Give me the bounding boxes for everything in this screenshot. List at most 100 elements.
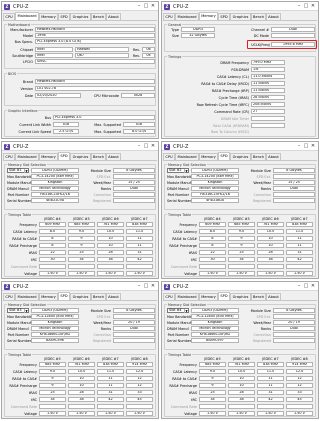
timing-cell: 11	[126, 236, 153, 241]
slot-select[interactable]: Slot #3 ▼	[7, 308, 29, 313]
close-icon[interactable]: ✕	[310, 283, 316, 289]
close-icon[interactable]: ✕	[310, 143, 316, 149]
tab-mainboard[interactable]: Mainboard	[175, 13, 199, 20]
timing-cell: 685 MHz	[68, 222, 95, 227]
close-icon[interactable]: ✕	[150, 143, 156, 149]
tab-mainboard[interactable]: Mainboard	[15, 12, 39, 20]
chevron-down-icon[interactable]: ▼	[24, 169, 28, 173]
tab-spd[interactable]: SPD	[218, 292, 230, 300]
tab-about[interactable]: About	[266, 153, 281, 160]
timing-row-label: Command Rate	[10, 265, 37, 269]
maximize-icon[interactable]: □	[303, 3, 309, 9]
tab-spd[interactable]: SPD	[218, 13, 230, 20]
slot-select[interactable]: Slot #2 ▼	[167, 168, 189, 173]
timing-cell	[126, 264, 153, 269]
timing-cell: 30	[199, 257, 226, 262]
minimize-icon[interactable]: –	[136, 3, 142, 9]
tab-about[interactable]: About	[106, 153, 121, 160]
registered-label: Registered	[92, 199, 111, 203]
tab-graphics[interactable]: Graphics	[230, 13, 251, 20]
title-bar[interactable]: Z CPU-Z – □ ✕	[2, 142, 158, 151]
tab-spd[interactable]: SPD	[58, 152, 70, 160]
week-year-label: Week/Year	[253, 181, 271, 185]
tab-bench[interactable]: Bench	[251, 13, 266, 20]
timing-row-label: RAS# Precharge	[9, 244, 37, 248]
minimize-icon[interactable]: –	[296, 283, 302, 289]
close-icon[interactable]: ✕	[150, 3, 156, 9]
tab-memory[interactable]: Memory	[39, 293, 58, 300]
timing-value: 2T	[251, 109, 285, 114]
minimize-icon[interactable]: –	[136, 283, 142, 289]
lpcio-label: LPCIO	[23, 60, 33, 64]
timing-row-label: RAS# Precharge	[9, 384, 37, 388]
tab-memory[interactable]: Memory	[39, 13, 58, 20]
timing-cell: 30	[39, 257, 66, 262]
chevron-down-icon[interactable]: ▼	[24, 309, 28, 313]
tab-mainboard[interactable]: Mainboard	[175, 293, 199, 300]
tab-graphics[interactable]: Graphics	[230, 153, 251, 160]
maximize-icon[interactable]: □	[303, 283, 309, 289]
tab-graphics[interactable]: Graphics	[70, 153, 91, 160]
title-bar[interactable]: Z CPU-Z – □ ✕	[2, 2, 158, 11]
maximize-icon[interactable]: □	[143, 283, 149, 289]
cpuz-logo-icon: Z	[4, 143, 10, 150]
section-title: Memory Slot Selection	[167, 162, 208, 167]
tab-spd[interactable]: SPD	[58, 292, 70, 300]
timing-cell: 11.0	[286, 229, 313, 234]
title-bar[interactable]: Z CPU-Z – □ ✕	[162, 2, 318, 11]
tab-mainboard[interactable]: Mainboard	[15, 153, 39, 160]
tab-spd[interactable]: SPD	[218, 152, 230, 160]
tab-about[interactable]: About	[266, 293, 281, 300]
tab-about[interactable]: About	[266, 13, 281, 20]
minimize-icon[interactable]: –	[296, 3, 302, 9]
max-bandwidth-label: Max Bandwidth	[7, 175, 34, 179]
tab-mainboard[interactable]: Mainboard	[175, 153, 199, 160]
timing-label: Command Rate (CR)	[214, 110, 249, 114]
module-manuf-label: Module Manuf.	[167, 181, 192, 185]
timing-cell: 42	[97, 397, 124, 402]
tab-about[interactable]: About	[106, 13, 121, 20]
tab-bench[interactable]: Bench	[91, 293, 106, 300]
minimize-icon[interactable]: –	[136, 143, 142, 149]
tab-bench[interactable]: Bench	[91, 13, 106, 20]
close-icon[interactable]: ✕	[150, 283, 156, 289]
timing-row-label: Frequency	[19, 363, 37, 367]
maximize-icon[interactable]: □	[303, 143, 309, 149]
jedec-header: JEDEC #5	[233, 217, 250, 221]
tab-cpu[interactable]: CPU	[163, 13, 175, 20]
tab-about[interactable]: About	[106, 293, 121, 300]
serial-number-value: 4F4D1B0A	[191, 198, 239, 203]
tab-cpu[interactable]: CPU	[163, 153, 175, 160]
tab-memory[interactable]: Memory	[199, 293, 218, 300]
tab-memory[interactable]: Memory	[39, 153, 58, 160]
chipset-rev-label: Rev.	[132, 48, 140, 52]
title-bar[interactable]: Z CPU-Z – □ ✕	[2, 282, 158, 291]
title-bar[interactable]: Z CPU-Z – □ ✕	[162, 282, 318, 291]
title-bar[interactable]: Z CPU-Z – □ ✕	[162, 142, 318, 151]
chevron-down-icon[interactable]: ▼	[184, 169, 188, 173]
minimize-icon[interactable]: –	[296, 143, 302, 149]
tab-cpu[interactable]: CPU	[3, 153, 15, 160]
tab-spd[interactable]: SPD	[58, 13, 70, 20]
tab-graphics[interactable]: Graphics	[70, 293, 91, 300]
close-icon[interactable]: ✕	[310, 3, 316, 9]
tab-cpu[interactable]: CPU	[3, 13, 15, 20]
timing-cell: 1.50 V	[228, 411, 255, 416]
maximize-icon[interactable]: □	[143, 3, 149, 9]
chevron-down-icon[interactable]: ▼	[184, 309, 188, 313]
ranks-value: Dual	[273, 326, 315, 331]
tab-bench[interactable]: Bench	[251, 293, 266, 300]
slot-select[interactable]: Slot #1 ▼	[7, 168, 29, 173]
tab-bench[interactable]: Bench	[91, 153, 106, 160]
timing-label: CAS# Latency (CL)	[216, 75, 249, 79]
tab-graphics[interactable]: Graphics	[70, 13, 91, 20]
tab-memory[interactable]: Memory	[199, 153, 218, 160]
slot-select[interactable]: Slot #4 ▼	[167, 308, 189, 313]
maximize-icon[interactable]: □	[143, 143, 149, 149]
tab-cpu[interactable]: CPU	[3, 293, 15, 300]
tab-mainboard[interactable]: Mainboard	[15, 293, 39, 300]
tab-memory[interactable]: Memory	[199, 12, 218, 20]
tab-graphics[interactable]: Graphics	[230, 293, 251, 300]
tab-bench[interactable]: Bench	[251, 153, 266, 160]
tab-cpu[interactable]: CPU	[163, 293, 175, 300]
